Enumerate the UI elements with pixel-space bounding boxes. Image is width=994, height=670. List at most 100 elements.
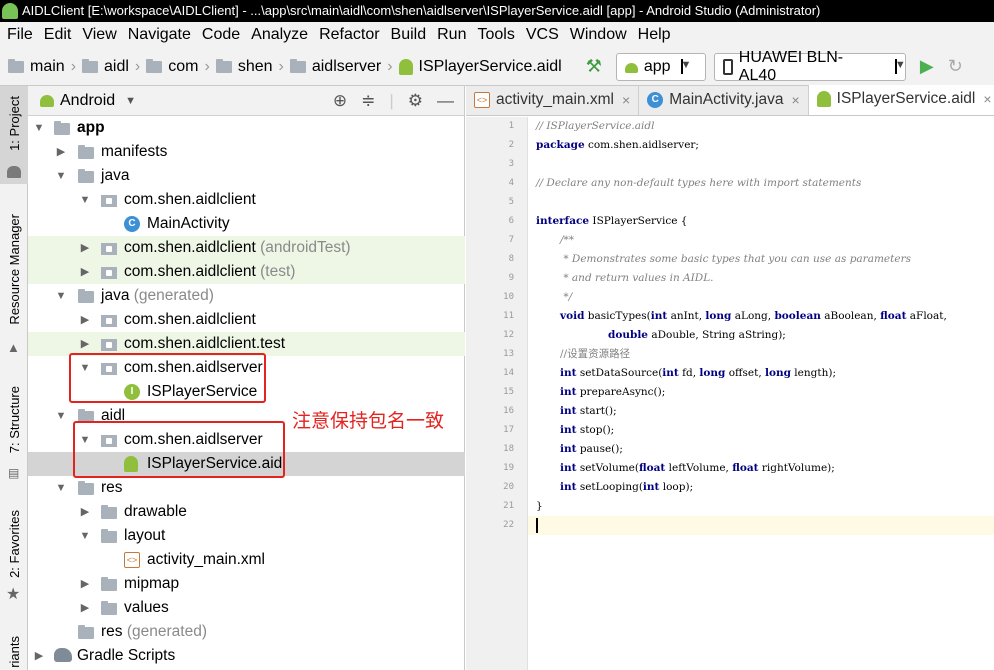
expand-arrow-icon[interactable]: ▼ bbox=[32, 116, 46, 140]
tree-item-java-generated[interactable]: ▼ java (generated) bbox=[28, 284, 465, 308]
tree-item-app[interactable]: ▼ app bbox=[28, 116, 465, 140]
expand-arrow-icon[interactable]: ▼ bbox=[54, 476, 68, 500]
folder-icon bbox=[215, 58, 232, 73]
code-line: /** bbox=[560, 234, 575, 246]
menu-vcs[interactable]: VCS bbox=[521, 26, 565, 44]
menu-view[interactable]: View bbox=[77, 26, 122, 44]
menu-bar: File Edit View Navigate Code Analyze Ref… bbox=[0, 22, 994, 48]
tree-item-res-generated[interactable]: res (generated) bbox=[28, 620, 465, 644]
expand-arrow-icon[interactable]: ▼ bbox=[78, 188, 92, 212]
device-select[interactable]: HUAWEI BLN-AL40 ▼ bbox=[713, 49, 906, 84]
tree-item-mainactivity[interactable]: C MainActivity bbox=[28, 212, 465, 236]
breadcrumb-aidlserver[interactable]: aidlserver bbox=[312, 58, 381, 76]
collapse-arrow-icon[interactable]: ▶ bbox=[78, 596, 92, 620]
tree-item-activity-main-xml[interactable]: <> activity_main.xml bbox=[28, 548, 465, 572]
code-line: double aDouble, String aString); bbox=[608, 329, 786, 341]
tree-item-package[interactable]: ▼ com.shen.aidlclient bbox=[28, 188, 465, 212]
tree-item-layout[interactable]: ▼ layout bbox=[28, 524, 465, 548]
code-line: // Declare any non-default types here wi… bbox=[536, 177, 862, 189]
breadcrumb-file[interactable]: ISPlayerService.aidl bbox=[419, 58, 562, 76]
tree-item-package[interactable]: ▶ com.shen.aidlclient bbox=[28, 308, 465, 332]
collapse-arrow-icon[interactable]: ▶ bbox=[78, 260, 92, 284]
tab-build-variants[interactable]: riants bbox=[0, 636, 28, 668]
expand-arrow-icon[interactable]: ▼ bbox=[54, 284, 68, 308]
gear-icon[interactable]: ⚙ bbox=[408, 91, 423, 111]
code-line: // ISPlayerService.aidl bbox=[536, 120, 655, 132]
highlight-box-aidl-package bbox=[73, 421, 285, 478]
hide-panel-icon[interactable]: — bbox=[437, 91, 454, 111]
tab-resource-manager[interactable]: Resource Manager bbox=[0, 214, 28, 325]
breadcrumb-com[interactable]: com bbox=[168, 58, 198, 76]
menu-code[interactable]: Code bbox=[197, 26, 246, 44]
collapse-arrow-icon[interactable]: ▶ bbox=[78, 236, 92, 260]
tab-favorites[interactable]: 2: Favorites bbox=[0, 510, 28, 578]
expand-arrow-icon[interactable]: ▼ bbox=[78, 524, 92, 548]
close-icon[interactable]: × bbox=[791, 92, 799, 108]
tree-item-mipmap[interactable]: ▶ mipmap bbox=[28, 572, 465, 596]
run-icon[interactable]: ▶ bbox=[920, 56, 934, 77]
code-line: int stop(); bbox=[560, 424, 615, 436]
collapse-all-icon[interactable]: ≑ bbox=[361, 91, 375, 111]
project-icon bbox=[7, 166, 21, 178]
close-icon[interactable]: × bbox=[622, 92, 630, 108]
expand-arrow-icon[interactable]: ▼ bbox=[54, 164, 68, 188]
breadcrumb-shen[interactable]: shen bbox=[238, 58, 273, 76]
code-line: int setDataSource(int fd, long offset, l… bbox=[560, 367, 836, 379]
run-config-select[interactable]: app ▼ bbox=[615, 52, 706, 81]
hammer-build-icon[interactable]: ⚒ bbox=[586, 56, 602, 77]
tree-item-values[interactable]: ▶ values bbox=[28, 596, 465, 620]
collapse-arrow-icon[interactable]: ▶ bbox=[78, 308, 92, 332]
project-view-mode[interactable]: Android bbox=[60, 92, 115, 110]
shapes-icon: ▲ bbox=[7, 340, 20, 355]
close-icon[interactable]: × bbox=[983, 91, 991, 107]
menu-tools[interactable]: Tools bbox=[472, 26, 520, 44]
expand-arrow-icon[interactable]: ▼ bbox=[54, 404, 68, 428]
tree-item-manifests[interactable]: ▶ manifests bbox=[28, 140, 465, 164]
collapse-arrow-icon[interactable]: ▶ bbox=[32, 644, 46, 668]
menu-navigate[interactable]: Navigate bbox=[123, 26, 197, 44]
menu-window[interactable]: Window bbox=[565, 26, 633, 44]
menu-analyze[interactable]: Analyze bbox=[246, 26, 314, 44]
folder-icon bbox=[101, 601, 117, 615]
caret-down-icon[interactable]: ▼ bbox=[125, 95, 136, 107]
collapse-arrow-icon[interactable]: ▶ bbox=[54, 140, 68, 164]
menu-run[interactable]: Run bbox=[432, 26, 472, 44]
tree-item-java[interactable]: ▼ java bbox=[28, 164, 465, 188]
tree-item-res[interactable]: ▼ res bbox=[28, 476, 465, 500]
caret-down-icon: ▼ bbox=[894, 59, 906, 74]
menu-edit[interactable]: Edit bbox=[39, 26, 78, 44]
code-line: void basicTypes(int anInt, long aLong, b… bbox=[560, 310, 947, 322]
tab-project[interactable]: 1: Project bbox=[0, 96, 28, 151]
menu-build[interactable]: Build bbox=[386, 26, 433, 44]
code-area[interactable]: // ISPlayerService.aidl package com.shen… bbox=[528, 117, 994, 670]
tab-mainactivity-java[interactable]: C MainActivity.java × bbox=[639, 85, 809, 115]
code-line: * and return values in AIDL. bbox=[560, 272, 714, 284]
breadcrumb-main[interactable]: main bbox=[30, 58, 65, 76]
xml-file-icon: <> bbox=[124, 552, 140, 568]
tab-activity-main-xml[interactable]: <> activity_main.xml × bbox=[466, 85, 640, 115]
menu-file[interactable]: File bbox=[2, 26, 39, 44]
crosshair-icon[interactable]: ⊕ bbox=[333, 91, 347, 111]
chevron-right-icon: › bbox=[204, 57, 210, 75]
tab-structure[interactable]: 7: Structure bbox=[0, 386, 28, 453]
breadcrumb-aidl[interactable]: aidl bbox=[104, 58, 129, 76]
code-line: int setLooping(int loop); bbox=[560, 481, 694, 493]
menu-refactor[interactable]: Refactor bbox=[314, 26, 385, 44]
folder-icon bbox=[101, 577, 117, 591]
apply-changes-icon[interactable]: ↻ bbox=[948, 56, 963, 77]
collapse-arrow-icon[interactable]: ▶ bbox=[78, 572, 92, 596]
collapse-arrow-icon[interactable]: ▶ bbox=[78, 500, 92, 524]
package-icon bbox=[101, 315, 117, 327]
folder-icon bbox=[146, 58, 163, 73]
tab-isplayerservice-aidl[interactable]: ISPlayerService.aidl × bbox=[808, 85, 994, 115]
android-icon bbox=[624, 62, 638, 73]
tree-item-package-androidtest[interactable]: ▶ com.shen.aidlclient (androidTest) bbox=[28, 236, 465, 260]
phone-icon bbox=[722, 58, 733, 75]
menu-help[interactable]: Help bbox=[633, 26, 677, 44]
tree-item-package-test[interactable]: ▶ com.shen.aidlclient (test) bbox=[28, 260, 465, 284]
tree-item-gradle-scripts[interactable]: ▶ Gradle Scripts bbox=[28, 644, 465, 668]
tree-item-drawable[interactable]: ▶ drawable bbox=[28, 500, 465, 524]
code-line: int pause(); bbox=[560, 443, 623, 455]
folder-icon bbox=[101, 505, 117, 519]
code-line: } bbox=[536, 500, 543, 512]
